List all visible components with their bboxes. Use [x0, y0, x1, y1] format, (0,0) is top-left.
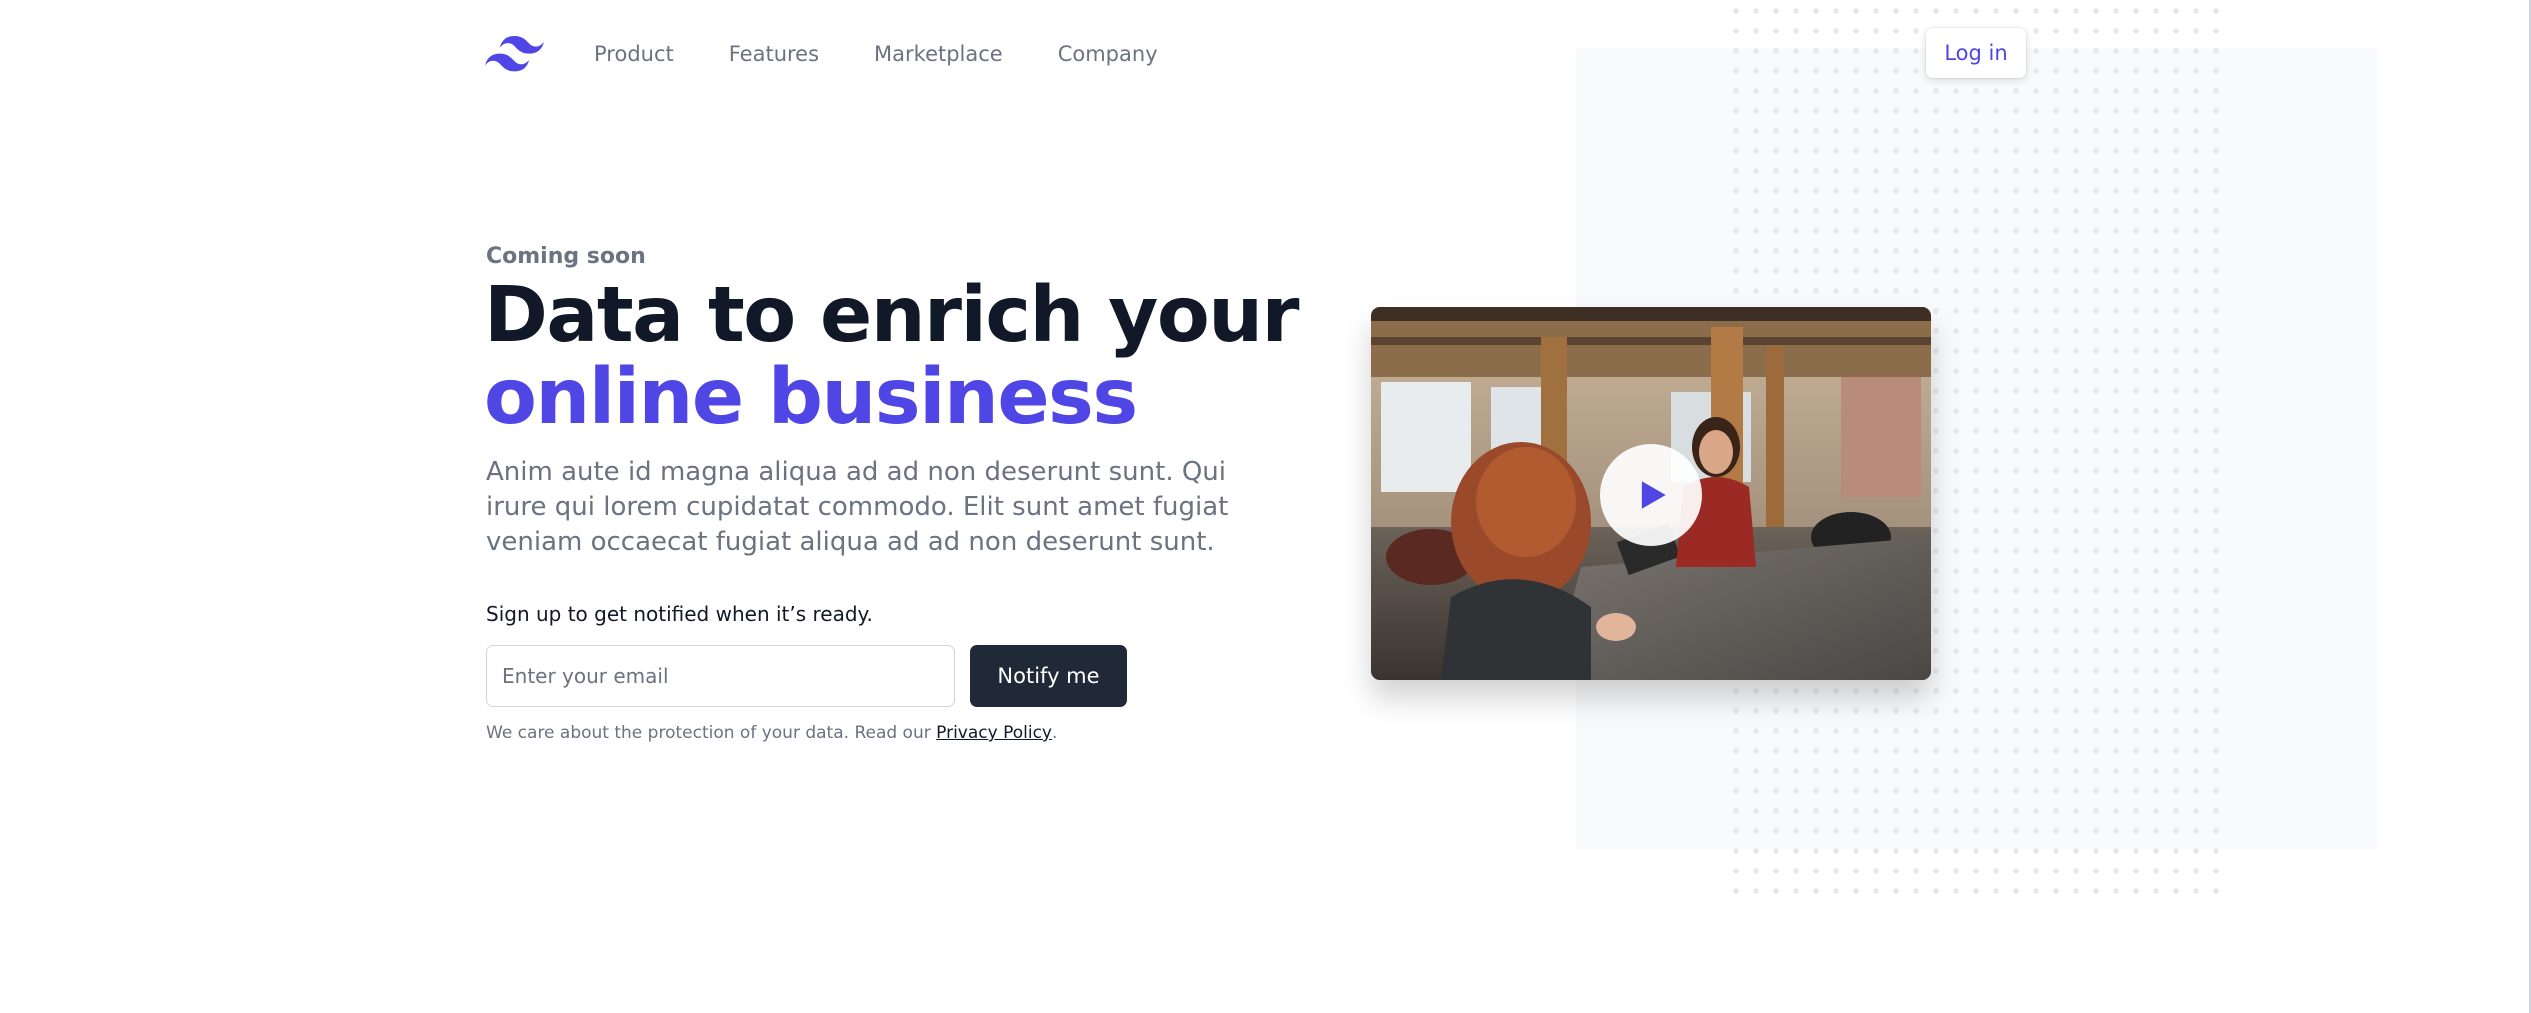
tailwind-logo-icon[interactable]: [485, 36, 544, 72]
video-card[interactable]: [1371, 307, 1931, 680]
nav-link-company[interactable]: Company: [1058, 42, 1158, 66]
nav-link-product[interactable]: Product: [594, 42, 674, 66]
signup-label: Sign up to get notified when it’s ready.: [486, 602, 873, 626]
top-navigation: Product Features Marketplace Company: [485, 30, 1213, 78]
hero-headline: Data to enrich your online business: [484, 271, 1300, 442]
landing-page: Product Features Marketplace Company Log…: [0, 0, 2531, 1013]
headline-line-1: Data to enrich your: [484, 271, 1300, 360]
login-button[interactable]: Log in: [1926, 28, 2026, 78]
nav-link-features[interactable]: Features: [729, 42, 819, 66]
nav-link-marketplace[interactable]: Marketplace: [874, 42, 1003, 66]
privacy-notice-text: We care about the protection of your dat…: [486, 723, 937, 743]
coming-soon-eyebrow: Coming soon: [486, 244, 646, 269]
privacy-notice-suffix: .: [1052, 723, 1058, 743]
play-video-button[interactable]: [1600, 444, 1702, 546]
play-icon: [1641, 481, 1666, 509]
headline-line-2: online business: [484, 353, 1138, 442]
notify-me-button[interactable]: Notify me: [970, 645, 1127, 707]
email-input[interactable]: [486, 645, 955, 707]
nav-links: Product Features Marketplace Company: [594, 42, 1213, 66]
privacy-notice: We care about the protection of your dat…: [486, 723, 1057, 743]
privacy-policy-link[interactable]: Privacy Policy: [936, 723, 1052, 743]
hero-description: Anim aute id magna aliqua ad ad non dese…: [486, 457, 1229, 557]
